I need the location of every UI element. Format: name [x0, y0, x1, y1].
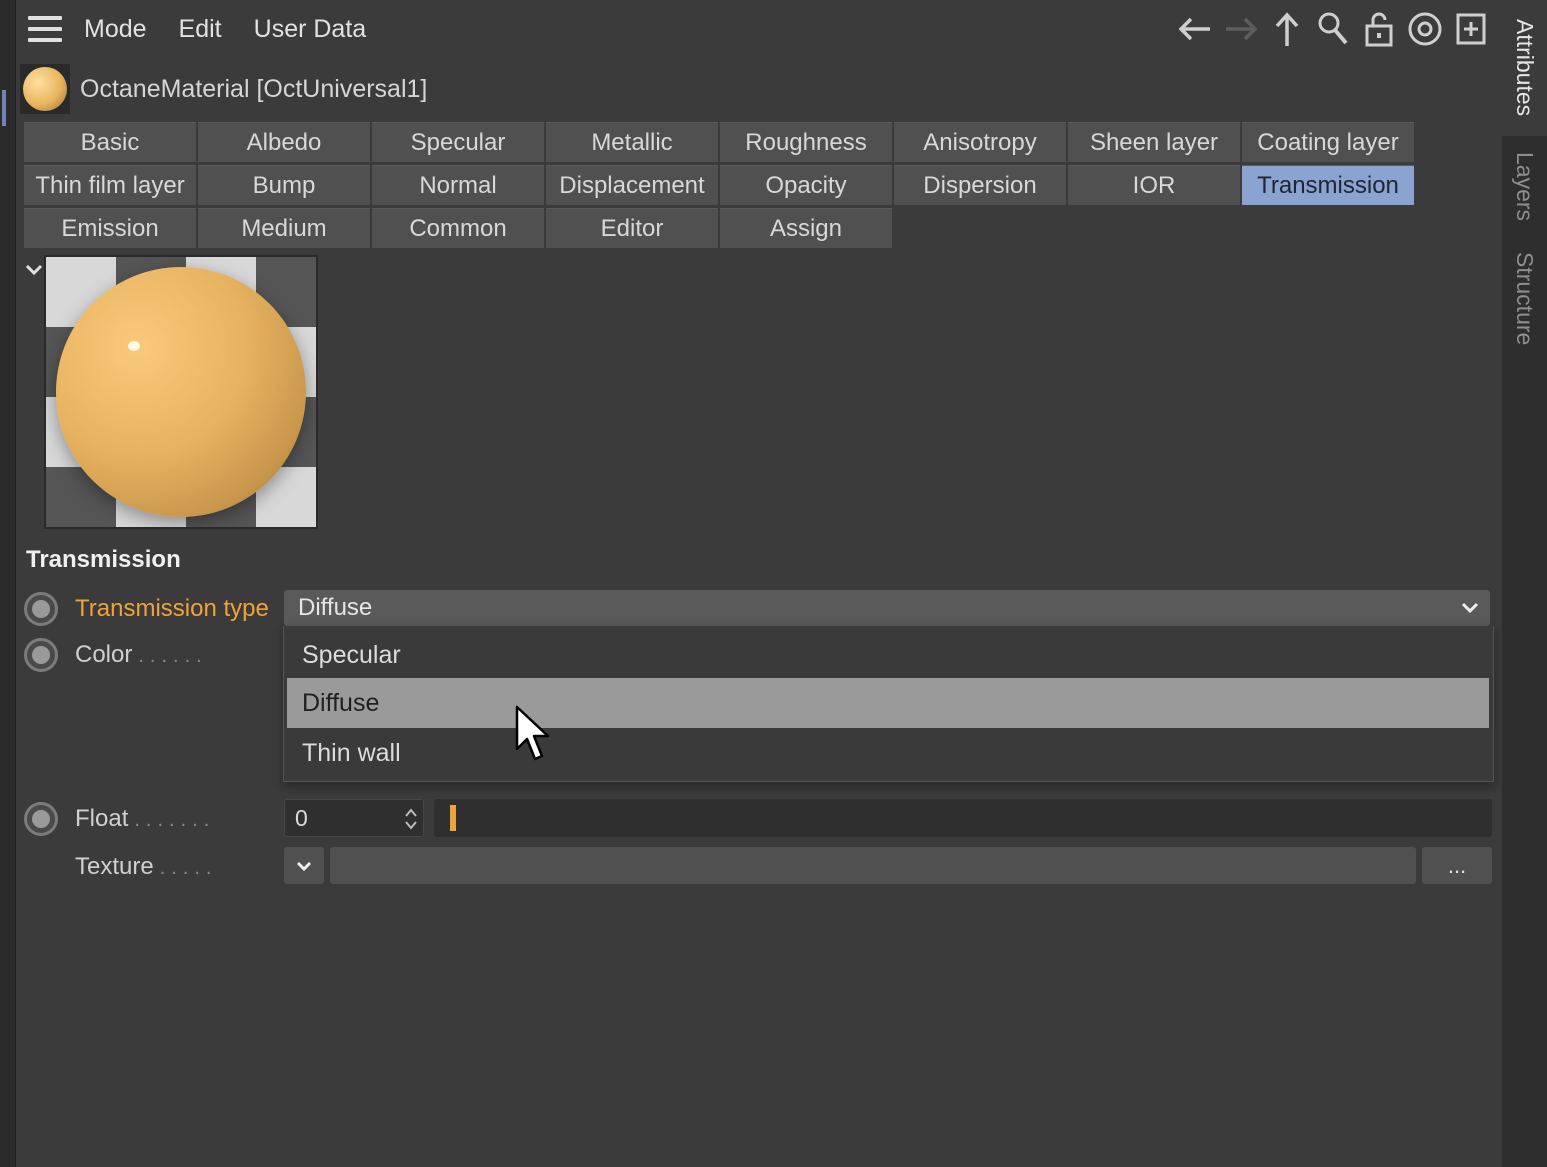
- material-thumbnail: [20, 64, 70, 114]
- tab-bump[interactable]: Bump: [198, 165, 370, 205]
- menu-mode[interactable]: Mode: [84, 15, 147, 44]
- left-edge-strip: [0, 0, 16, 1167]
- tab-transmission[interactable]: Transmission: [1242, 165, 1414, 205]
- float-slider[interactable]: [434, 799, 1492, 837]
- float-keyframe-button[interactable]: [24, 802, 58, 836]
- color-keyframe-button[interactable]: [24, 638, 58, 672]
- tab-anisotropy[interactable]: Anisotropy: [894, 122, 1066, 162]
- tab-emission[interactable]: Emission: [24, 208, 196, 248]
- tab-row-1: Basic Albedo Specular Metallic Roughness…: [24, 122, 1424, 162]
- material-tabs: Basic Albedo Specular Metallic Roughness…: [24, 122, 1424, 251]
- transmission-type-label: Transmission type: [75, 595, 269, 622]
- target-icon[interactable]: [1406, 8, 1444, 50]
- material-title: OctaneMaterial [OctUniversal1]: [80, 74, 428, 103]
- preview-sphere: [56, 267, 306, 517]
- menu-bar: Mode Edit User Data: [16, 0, 1502, 58]
- tab-thin-film-layer[interactable]: Thin film layer: [24, 165, 196, 205]
- float-input[interactable]: 0: [284, 799, 424, 837]
- color-label: Color......: [75, 641, 208, 668]
- tab-specular[interactable]: Specular: [372, 122, 544, 162]
- hamburger-menu-icon[interactable]: [28, 16, 62, 42]
- chevron-down-icon: [296, 861, 312, 871]
- float-value: 0: [295, 804, 308, 831]
- section-title: Transmission: [26, 546, 181, 573]
- texture-link-field[interactable]: [330, 847, 1416, 884]
- tab-normal[interactable]: Normal: [372, 165, 544, 205]
- tab-basic[interactable]: Basic: [24, 122, 196, 162]
- menu-user-data[interactable]: User Data: [254, 15, 367, 44]
- tab-ior[interactable]: IOR: [1068, 165, 1240, 205]
- option-thin-wall[interactable]: Thin wall: [287, 728, 1489, 778]
- tab-coating-layer[interactable]: Coating layer: [1242, 122, 1414, 162]
- transmission-type-value: Diffuse: [298, 594, 373, 621]
- vtab-structure[interactable]: Structure: [1502, 240, 1547, 358]
- tab-row-3: Emission Medium Common Editor Assign: [24, 208, 1424, 248]
- texture-more-button[interactable]: ...: [1422, 847, 1492, 884]
- tab-assign[interactable]: Assign: [720, 208, 892, 248]
- navigation-toolbar: [1176, 8, 1490, 50]
- vtab-layers[interactable]: Layers: [1502, 142, 1547, 232]
- material-preview: [44, 255, 318, 529]
- option-specular[interactable]: Specular: [287, 630, 1489, 680]
- texture-label: Texture.....: [75, 853, 218, 880]
- stepper-arrows-icon[interactable]: [403, 806, 419, 832]
- transmission-type-select[interactable]: Diffuse: [284, 590, 1490, 626]
- float-row: Float.......: [24, 799, 209, 839]
- transmission-type-row: Transmission type: [24, 589, 269, 629]
- lock-icon[interactable]: [1360, 8, 1398, 50]
- transmission-type-dropdown: Specular Diffuse Thin wall: [283, 626, 1494, 782]
- tab-sheen-layer[interactable]: Sheen layer: [1068, 122, 1240, 162]
- right-side-tab-bar: Attributes Layers Structure: [1502, 0, 1547, 1167]
- collapse-preview-chevron-icon[interactable]: [24, 260, 44, 280]
- tab-row-2: Thin film layer Bump Normal Displacement…: [24, 165, 1424, 205]
- left-edge-marker: [2, 90, 6, 126]
- float-label: Float.......: [75, 805, 216, 832]
- vtab-attributes[interactable]: Attributes: [1502, 0, 1547, 136]
- tab-editor[interactable]: Editor: [546, 208, 718, 248]
- attributes-panel: Mode Edit User Data OctaneMaterial [OctU…: [16, 0, 1502, 1167]
- tab-displacement[interactable]: Displacement: [546, 165, 718, 205]
- new-panel-icon[interactable]: [1452, 8, 1490, 50]
- tab-metallic[interactable]: Metallic: [546, 122, 718, 162]
- tab-roughness[interactable]: Roughness: [720, 122, 892, 162]
- preview-highlight: [128, 341, 140, 351]
- menu-edit[interactable]: Edit: [179, 15, 222, 44]
- search-icon[interactable]: [1314, 8, 1352, 50]
- back-arrow-icon[interactable]: [1176, 8, 1214, 50]
- mouse-pointer-icon: [515, 705, 550, 761]
- tab-dispersion[interactable]: Dispersion: [894, 165, 1066, 205]
- material-header: OctaneMaterial [OctUniversal1]: [20, 64, 427, 114]
- chevron-down-icon: [1461, 602, 1479, 614]
- float-slider-fill: [450, 805, 456, 831]
- transmission-type-keyframe-button[interactable]: [24, 592, 58, 626]
- tab-opacity[interactable]: Opacity: [720, 165, 892, 205]
- tab-albedo[interactable]: Albedo: [198, 122, 370, 162]
- tab-medium[interactable]: Medium: [198, 208, 370, 248]
- option-diffuse[interactable]: Diffuse: [287, 678, 1489, 728]
- tab-common[interactable]: Common: [372, 208, 544, 248]
- forward-arrow-icon[interactable]: [1222, 8, 1260, 50]
- up-arrow-icon[interactable]: [1268, 8, 1306, 50]
- color-row: Color......: [24, 635, 202, 675]
- texture-dropdown-button[interactable]: [284, 847, 324, 884]
